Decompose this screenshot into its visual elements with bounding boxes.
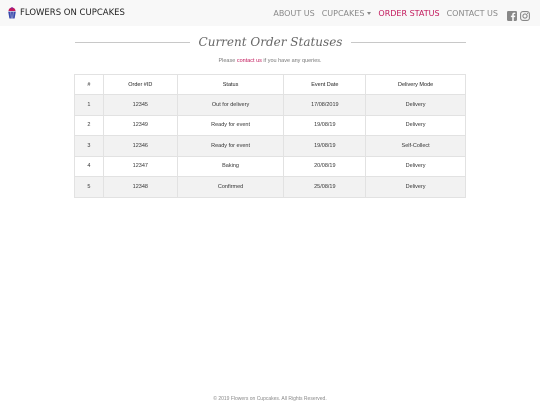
order-id: 12346 — [102, 135, 178, 157]
column-header-event-date: Event Date — [283, 74, 367, 95]
event-date: 25/08/19 — [283, 176, 367, 198]
heading-divider-right — [351, 41, 466, 43]
instagram-icon[interactable] — [520, 8, 530, 21]
delivery-mode: Delivery — [365, 114, 466, 136]
delivery-mode: Delivery — [365, 94, 466, 116]
order-status: Confirmed — [176, 176, 285, 198]
main-nav: ABOUT US CUPCAKES ORDER STATUS CONTACT U… — [266, 0, 530, 26]
order-status: Ready for event — [176, 135, 285, 157]
page-heading: Current Order Statuses — [75, 33, 466, 51]
contact-us-link[interactable]: contact us — [237, 58, 262, 64]
column-header-order-id: Order #ID — [102, 74, 178, 95]
queries-note-before: Please — [218, 58, 237, 64]
nav-contact-us[interactable]: CONTACT US — [447, 9, 498, 18]
queries-note-after: if you have any queries. — [261, 58, 322, 64]
row-number: 4 — [74, 155, 104, 177]
delivery-mode: Self-Collect — [365, 135, 466, 157]
order-status-table: # Order #ID Status Event Date Delivery M… — [74, 74, 466, 198]
order-status: Baking — [176, 155, 285, 177]
row-number: 5 — [74, 176, 104, 198]
table-header-row: # Order #ID Status Event Date Delivery M… — [74, 74, 466, 95]
facebook-icon[interactable] — [507, 8, 517, 21]
table-row: 1 12345 Out for delivery 17/08/2019 Deli… — [74, 94, 466, 116]
row-number: 3 — [74, 135, 104, 157]
social-links — [504, 8, 530, 21]
delivery-mode: Delivery — [365, 176, 466, 198]
event-date: 17/08/2019 — [283, 94, 367, 116]
order-id: 12348 — [102, 176, 178, 198]
table-row: 3 12346 Ready for event 19/08/19 Self-Co… — [74, 135, 466, 157]
order-id: 12347 — [102, 155, 178, 177]
column-header-delivery-mode: Delivery Mode — [365, 74, 466, 95]
order-id: 12349 — [102, 114, 178, 136]
order-status: Out for delivery — [176, 94, 285, 116]
delivery-mode: Delivery — [365, 155, 466, 177]
nav-order-status[interactable]: ORDER STATUS — [378, 9, 439, 18]
row-number: 2 — [74, 114, 104, 136]
order-id: 12345 — [102, 94, 178, 116]
footer-copyright: © 2019 Flowers on Cupcakes. All Rights R… — [213, 396, 327, 402]
page-title: Current Order Statuses — [198, 35, 343, 49]
nav-about-us[interactable]: ABOUT US — [273, 9, 314, 18]
brand-name: FLOWERS ON CUPCAKES — [20, 8, 125, 18]
chevron-down-icon — [367, 11, 372, 15]
table-row: 4 12347 Baking 20/08/19 Delivery — [74, 155, 466, 177]
table-row: 5 12348 Confirmed 25/08/19 Delivery — [74, 176, 466, 198]
table-row: 2 12349 Ready for event 19/08/19 Deliver… — [74, 114, 466, 136]
queries-note: Please contact us if you have any querie… — [0, 58, 540, 64]
heading-divider-left — [75, 41, 190, 43]
brand-link[interactable]: FLOWERS ON CUPCAKES — [7, 7, 125, 19]
event-date: 19/08/19 — [283, 114, 367, 136]
column-header-status: Status — [176, 74, 285, 95]
order-status: Ready for event — [176, 114, 285, 136]
nav-cupcakes-label: CUPCAKES — [321, 8, 365, 18]
column-header-number: # — [74, 74, 104, 95]
row-number: 1 — [74, 94, 104, 116]
navbar: FLOWERS ON CUPCAKES ABOUT US CUPCAKES OR… — [0, 0, 540, 26]
event-date: 20/08/19 — [283, 155, 367, 177]
nav-cupcakes-dropdown[interactable]: CUPCAKES — [322, 9, 372, 18]
cupcake-icon — [7, 7, 17, 19]
event-date: 19/08/19 — [283, 135, 367, 157]
